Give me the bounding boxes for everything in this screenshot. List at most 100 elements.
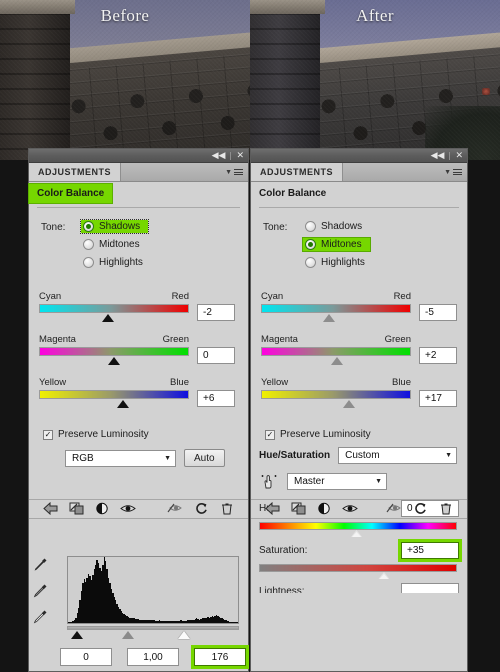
right-yellow-blue-track[interactable]: [261, 390, 411, 408]
clip-to-layer-icon[interactable]: [63, 502, 89, 517]
after-label: After: [356, 6, 394, 25]
levels-auto-button[interactable]: Auto: [184, 449, 225, 467]
left-panel-toolbar: [29, 499, 248, 519]
tab-adjustments[interactable]: ADJUSTMENTS: [251, 163, 344, 181]
eye-icon[interactable]: [115, 503, 141, 516]
left-magenta-green-track[interactable]: [39, 347, 189, 365]
lightness-value[interactable]: [401, 583, 459, 593]
panel-menu-icon[interactable]: ▼: [444, 168, 462, 177]
previous-state-icon[interactable]: [381, 502, 407, 516]
levels-auto-label: Auto: [194, 452, 215, 464]
adjustment-circle-icon[interactable]: [89, 502, 115, 517]
right-yellow-blue-labels: Yellow Blue: [261, 377, 411, 388]
on-image-adjust-icon[interactable]: [260, 474, 278, 490]
right-tone-label: Tone:: [263, 222, 288, 233]
adjustment-circle-icon[interactable]: [311, 502, 337, 517]
levels-black-handle[interactable]: [70, 631, 83, 639]
right-subtitle-wrap: Color Balance: [251, 182, 467, 205]
left-radio-shadows[interactable]: Shadows: [80, 219, 149, 234]
left-preserve-luminosity-row[interactable]: ✓ Preserve Luminosity: [29, 429, 248, 440]
saturation-value[interactable]: +35: [398, 539, 462, 562]
gray-point-eyedropper-icon[interactable]: [32, 583, 48, 599]
right-yellow-blue-value[interactable]: +17: [419, 390, 457, 407]
back-arrow-icon[interactable]: [37, 501, 63, 517]
right-tone-section: Tone: Shadows Midtones Highlights: [251, 208, 467, 269]
right-cyan-red-track[interactable]: [261, 304, 411, 322]
left-radio-midtones[interactable]: Midtones: [81, 238, 148, 251]
hue-saturation-preset-select[interactable]: Custom ▼: [338, 447, 457, 464]
back-arrow-icon[interactable]: [259, 501, 285, 517]
right-preserve-luminosity-checkbox[interactable]: ✓: [265, 429, 275, 440]
collapse-icon[interactable]: ◀◀: [212, 151, 226, 160]
right-magenta-label: Magenta: [261, 334, 298, 345]
hue-handle[interactable]: [351, 530, 363, 537]
right-adjustments-panel: ◀◀ ✕ ADJUSTMENTS ▼ Color Balance Tone: S…: [250, 148, 468, 672]
left-adjustment-title: Color Balance: [27, 183, 114, 204]
levels-gamma-handle[interactable]: [121, 631, 134, 639]
right-preserve-luminosity-row[interactable]: ✓ Preserve Luminosity: [251, 429, 467, 440]
left-magenta-green-row: 0: [39, 347, 238, 365]
right-radio-highlights[interactable]: Highlights: [303, 256, 370, 269]
left-yellow-blue-handle[interactable]: [116, 400, 129, 408]
trash-icon[interactable]: [214, 502, 240, 517]
left-radio-shadows-label: Shadows: [99, 221, 141, 232]
previous-state-icon[interactable]: [162, 502, 188, 516]
collapse-icon[interactable]: ◀◀: [431, 151, 445, 160]
levels-gamma-input[interactable]: 1,00: [127, 648, 179, 666]
levels-eyedroppers: [32, 557, 48, 625]
black-point-eyedropper-icon[interactable]: [32, 557, 48, 573]
hamburger-icon: [234, 168, 243, 177]
titlebar-divider: [230, 151, 232, 160]
close-icon[interactable]: ✕: [236, 151, 244, 160]
levels-channel-select[interactable]: RGB ▼: [65, 449, 176, 467]
right-cyan-red-handle[interactable]: [322, 314, 335, 322]
left-magenta-green-handle[interactable]: [108, 357, 120, 365]
levels-input-track[interactable]: [67, 626, 239, 639]
close-icon[interactable]: ✕: [455, 151, 463, 160]
reset-icon[interactable]: [188, 502, 214, 517]
hue-saturation-title: Hue/Saturation: [259, 450, 331, 461]
left-magenta-green-value[interactable]: 0: [197, 347, 235, 364]
left-panel-tabbar: ADJUSTMENTS ▼: [29, 163, 248, 182]
left-cyan-red-value[interactable]: -2: [197, 304, 235, 321]
right-yellow-blue-row: +17: [261, 390, 457, 408]
left-yellow-blue-track[interactable]: [39, 390, 189, 408]
left-slider-yellow-blue: Yellow Blue +6: [29, 377, 248, 408]
eye-icon[interactable]: [337, 503, 363, 516]
left-cyan-red-track[interactable]: [39, 304, 189, 322]
saturation-label-row: Saturation: +35: [259, 539, 462, 562]
right-green-label: Green: [384, 334, 411, 345]
radio-dot-icon: [83, 257, 94, 268]
left-radio-highlights[interactable]: Highlights: [81, 256, 148, 269]
hue-saturation-channel-select[interactable]: Master ▼: [287, 473, 387, 490]
before-photo: Before: [0, 0, 250, 160]
tab-adjustments[interactable]: ADJUSTMENTS: [29, 163, 122, 181]
left-cyan-red-handle[interactable]: [102, 314, 115, 322]
levels-black-input[interactable]: 0: [60, 648, 112, 666]
saturation-track[interactable]: [259, 564, 457, 579]
right-radio-shadows[interactable]: Shadows: [303, 220, 370, 233]
right-magenta-green-track[interactable]: [261, 347, 411, 365]
right-cyan-red-value[interactable]: -5: [419, 304, 457, 321]
right-radio-highlights-label: Highlights: [321, 257, 365, 268]
right-radio-midtones[interactable]: Midtones: [302, 237, 371, 252]
left-tone-section: Tone: Shadows Midtones Highlights: [29, 208, 248, 269]
reset-icon[interactable]: [407, 502, 433, 517]
left-yellow-blue-value[interactable]: +6: [197, 390, 235, 407]
right-magenta-green-row: +2: [261, 347, 457, 365]
right-magenta-green-handle[interactable]: [331, 357, 344, 365]
left-preserve-luminosity-checkbox[interactable]: ✓: [43, 429, 53, 440]
right-yellow-blue-handle[interactable]: [343, 400, 356, 408]
right-radio-shadows-label: Shadows: [321, 221, 363, 232]
chevron-down-icon: ▼: [445, 452, 452, 459]
levels-white-handle[interactable]: [177, 631, 190, 639]
trash-icon[interactable]: [433, 502, 459, 517]
right-magenta-green-value[interactable]: +2: [419, 347, 457, 364]
saturation-handle[interactable]: [378, 572, 390, 579]
chevron-down-icon: ▼: [164, 454, 171, 462]
white-point-eyedropper-icon[interactable]: [32, 609, 48, 625]
levels-white-input[interactable]: 176: [191, 645, 249, 669]
panel-menu-icon[interactable]: ▼: [225, 168, 243, 177]
clip-to-layer-icon[interactable]: [285, 502, 311, 517]
hue-track[interactable]: [259, 522, 457, 537]
